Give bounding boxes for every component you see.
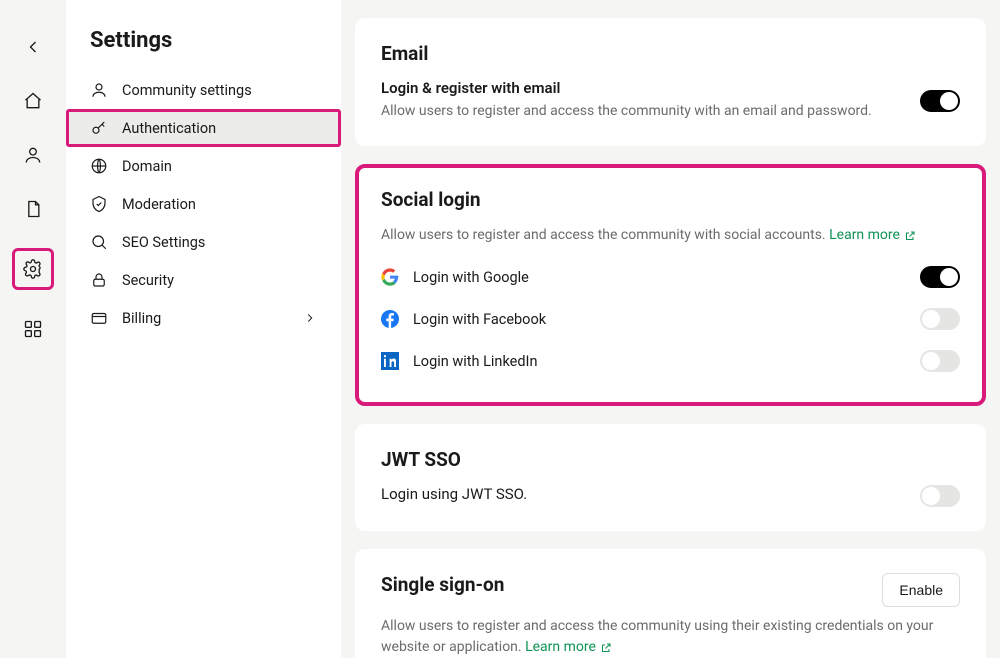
nav-label: Billing — [122, 310, 161, 327]
nav-label: Domain — [122, 158, 172, 175]
provider-linkedin: Login with LinkedIn — [381, 340, 960, 382]
provider-label: Login with Google — [413, 269, 529, 286]
sso-card: Single sign-on Enable Allow users to reg… — [355, 549, 986, 658]
jwt-title: JWT SSO — [381, 448, 960, 471]
nav-billing[interactable]: Billing — [66, 299, 341, 337]
settings-icon[interactable] — [12, 248, 54, 290]
external-link-icon — [600, 642, 612, 654]
nav-moderation[interactable]: Moderation — [66, 185, 341, 223]
nav-label: Community settings — [122, 82, 252, 99]
email-toggle[interactable] — [920, 90, 960, 112]
email-subtitle: Login & register with email — [381, 79, 920, 97]
nav-security[interactable]: Security — [66, 261, 341, 299]
jwt-card: JWT SSO Login using JWT SSO. — [355, 424, 986, 531]
social-desc: Allow users to register and access the c… — [381, 225, 960, 246]
jwt-desc: Login using JWT SSO. — [381, 485, 920, 503]
sso-title: Single sign-on — [381, 573, 504, 596]
linkedin-icon — [381, 352, 399, 370]
external-link-icon — [904, 230, 916, 242]
nav-community-settings[interactable]: Community settings — [66, 71, 341, 109]
provider-label: Login with Facebook — [413, 311, 546, 328]
social-login-card: Social login Allow users to register and… — [355, 164, 986, 406]
settings-panel: Settings Community settings Authenticati… — [66, 0, 341, 658]
social-title: Social login — [381, 188, 960, 211]
jwt-toggle[interactable] — [920, 485, 960, 507]
social-learn-more-link[interactable]: Learn more — [829, 225, 916, 246]
nav-label: Moderation — [122, 196, 196, 213]
sso-enable-button[interactable]: Enable — [882, 573, 960, 607]
nav-label: Security — [122, 272, 174, 289]
back-icon[interactable] — [20, 34, 46, 60]
nav-seo-settings[interactable]: SEO Settings — [66, 223, 341, 261]
settings-title: Settings — [66, 28, 341, 71]
main-content: Email Login & register with email Allow … — [341, 0, 1000, 658]
sso-desc: Allow users to register and access the c… — [381, 616, 960, 658]
google-icon — [381, 268, 399, 286]
nav-domain[interactable]: Domain — [66, 147, 341, 185]
email-card: Email Login & register with email Allow … — [355, 18, 986, 146]
sso-learn-more-link[interactable]: Learn more — [525, 637, 612, 658]
chevron-right-icon — [303, 311, 317, 325]
settings-nav: Community settings Authentication Domain… — [66, 71, 341, 337]
provider-google: Login with Google — [381, 256, 960, 298]
icon-rail — [0, 0, 66, 658]
provider-label: Login with LinkedIn — [413, 353, 537, 370]
google-toggle[interactable] — [920, 266, 960, 288]
email-title: Email — [381, 42, 960, 65]
facebook-toggle[interactable] — [920, 308, 960, 330]
home-icon[interactable] — [20, 88, 46, 114]
provider-facebook: Login with Facebook — [381, 298, 960, 340]
nav-label: SEO Settings — [122, 234, 205, 251]
email-desc: Allow users to register and access the c… — [381, 101, 920, 122]
nav-authentication[interactable]: Authentication — [66, 109, 341, 147]
linkedin-toggle[interactable] — [920, 350, 960, 372]
document-icon[interactable] — [20, 196, 46, 222]
nav-label: Authentication — [122, 120, 216, 137]
facebook-icon — [381, 310, 399, 328]
apps-icon[interactable] — [20, 316, 46, 342]
user-icon[interactable] — [20, 142, 46, 168]
